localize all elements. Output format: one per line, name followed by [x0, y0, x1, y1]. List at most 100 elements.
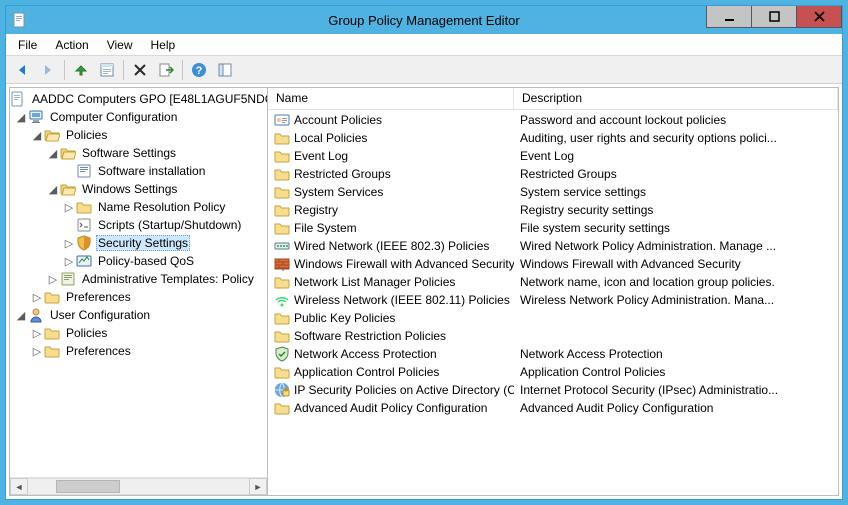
list-item[interactable]: Event Log Event Log — [268, 147, 838, 165]
column-description[interactable]: Description — [514, 88, 838, 109]
tree-user-policies[interactable]: ▷ Policies — [10, 324, 267, 342]
tree-software-install[interactable]: Software installation — [10, 162, 267, 180]
tree-horizontal-scrollbar[interactable]: ◄ ► — [10, 477, 267, 495]
accounts-icon — [274, 112, 290, 128]
menu-help[interactable]: Help — [143, 36, 184, 54]
properties-button[interactable] — [95, 59, 119, 81]
expand-icon[interactable]: ▷ — [62, 254, 76, 268]
folder-icon — [44, 289, 60, 305]
expand-icon[interactable]: ▷ — [46, 272, 60, 286]
list-item[interactable]: Network List Manager PoliciesNetwork nam… — [268, 273, 838, 291]
list-item-desc: Internet Protocol Security (IPsec) Admin… — [514, 383, 838, 397]
tree-security-settings[interactable]: ▷ Security Settings — [10, 234, 267, 252]
scroll-thumb[interactable] — [56, 480, 120, 493]
export-button[interactable] — [154, 59, 178, 81]
client-area: AADDC Computers GPO [E48L1AGUF5NDC\ ◢ Co… — [9, 87, 839, 496]
list-item-desc: Advanced Audit Policy Configuration — [514, 401, 838, 415]
scroll-right-button[interactable]: ► — [249, 478, 267, 495]
expand-icon[interactable]: ▷ — [30, 326, 44, 340]
list-item[interactable]: Advanced Audit Policy ConfigurationAdvan… — [268, 399, 838, 417]
folder-icon — [274, 274, 290, 290]
toolbar-sep — [64, 60, 65, 80]
collapse-icon[interactable]: ◢ — [14, 308, 28, 322]
list-item[interactable]: Restricted Groups Restricted Groups — [268, 165, 838, 183]
folder-open-icon — [60, 181, 76, 197]
close-button[interactable] — [796, 6, 842, 28]
up-button[interactable] — [69, 59, 93, 81]
list-item-name: Restricted Groups — [294, 167, 391, 181]
app-icon — [12, 12, 28, 28]
qos-icon — [76, 253, 92, 269]
list-item[interactable]: Wireless Network (IEEE 802.11) PoliciesW… — [268, 291, 838, 309]
collapse-icon[interactable]: ◢ — [14, 110, 28, 124]
help-button[interactable] — [187, 59, 211, 81]
list-item-desc: Network name, icon and location group po… — [514, 275, 838, 289]
back-button[interactable] — [10, 59, 34, 81]
list-item[interactable]: System ServicesSystem service settings — [268, 183, 838, 201]
list-item[interactable]: Wired Network (IEEE 802.3) PoliciesWired… — [268, 237, 838, 255]
wireless-icon — [274, 292, 290, 308]
list-item-name: Windows Firewall with Advanced Security — [294, 257, 514, 271]
user-icon — [28, 307, 44, 323]
tree-software-settings[interactable]: ◢ Software Settings — [10, 144, 267, 162]
list-item-desc: Event Log — [514, 149, 838, 163]
collapse-icon[interactable]: ◢ — [46, 182, 60, 196]
expand-icon[interactable]: ▷ — [30, 344, 44, 358]
list-item[interactable]: RegistryRegistry security settings — [268, 201, 838, 219]
list-item[interactable]: Windows Firewall with Advanced SecurityW… — [268, 255, 838, 273]
panes-button[interactable] — [213, 59, 237, 81]
list-item-desc: Network Access Protection — [514, 347, 838, 361]
list-item-name: Application Control Policies — [294, 365, 439, 379]
maximize-button[interactable] — [751, 6, 797, 28]
expand-icon[interactable]: ▷ — [62, 200, 76, 214]
list-body[interactable]: Account PoliciesPassword and account loc… — [268, 110, 838, 418]
list-item[interactable]: Application Control PoliciesApplication … — [268, 363, 838, 381]
list-item[interactable]: Local PoliciesAuditing, user rights and … — [268, 129, 838, 147]
tree-preferences[interactable]: ▷ Preferences — [10, 288, 267, 306]
list-item[interactable]: IP Security Policies on Active Directory… — [268, 381, 838, 399]
tree-admin-templates[interactable]: ▷ Administrative Templates: Policy — [10, 270, 267, 288]
tree-computer-config[interactable]: ◢ Computer Configuration — [10, 108, 267, 126]
collapse-icon[interactable]: ◢ — [30, 128, 44, 142]
minimize-button[interactable] — [706, 6, 752, 28]
expand-icon[interactable]: ▷ — [62, 236, 76, 250]
forward-button[interactable] — [36, 59, 60, 81]
scroll-track[interactable] — [28, 478, 249, 495]
folder-icon — [76, 199, 92, 215]
tree-policy-qos[interactable]: ▷ Policy-based QoS — [10, 252, 267, 270]
tree-name-resolution[interactable]: ▷ Name Resolution Policy — [10, 198, 267, 216]
expand-icon[interactable]: ▷ — [30, 290, 44, 304]
tree[interactable]: AADDC Computers GPO [E48L1AGUF5NDC\ ◢ Co… — [10, 88, 267, 477]
folder-icon — [274, 184, 290, 200]
list-item-desc: Wired Network Policy Administration. Man… — [514, 239, 838, 253]
list-item[interactable]: Public Key Policies — [268, 309, 838, 327]
scroll-left-button[interactable]: ◄ — [10, 478, 28, 495]
folder-icon — [274, 130, 290, 146]
doc-icon — [76, 163, 92, 179]
tree-selected-label: Security Settings — [96, 235, 190, 251]
tree-user-config[interactable]: ◢ User Configuration — [10, 306, 267, 324]
menubar: File Action View Help — [6, 34, 842, 56]
tree-root[interactable]: AADDC Computers GPO [E48L1AGUF5NDC\ — [10, 90, 267, 108]
list-item-desc: Restricted Groups — [514, 167, 838, 181]
menu-view[interactable]: View — [99, 36, 141, 54]
tree-user-preferences[interactable]: ▷ Preferences — [10, 342, 267, 360]
list-item-name: Software Restriction Policies — [294, 329, 446, 343]
collapse-icon[interactable]: ◢ — [46, 146, 60, 160]
list-item-name: Event Log — [294, 149, 348, 163]
list-item-name: Local Policies — [294, 131, 367, 145]
delete-button[interactable] — [128, 59, 152, 81]
list-item[interactable]: File SystemFile system security settings — [268, 219, 838, 237]
list-item[interactable]: Account PoliciesPassword and account loc… — [268, 111, 838, 129]
list-item[interactable]: Software Restriction Policies — [268, 327, 838, 345]
tree-scripts[interactable]: Scripts (Startup/Shutdown) — [10, 216, 267, 234]
tree-policies[interactable]: ◢ Policies — [10, 126, 267, 144]
folder-icon — [274, 148, 290, 164]
toolbar-sep — [123, 60, 124, 80]
menu-file[interactable]: File — [10, 36, 45, 54]
tree-windows-settings[interactable]: ◢ Windows Settings — [10, 180, 267, 198]
list-item[interactable]: Network Access ProtectionNetwork Access … — [268, 345, 838, 363]
column-name[interactable]: Name — [268, 88, 514, 109]
computer-icon — [28, 109, 44, 125]
menu-action[interactable]: Action — [47, 36, 96, 54]
